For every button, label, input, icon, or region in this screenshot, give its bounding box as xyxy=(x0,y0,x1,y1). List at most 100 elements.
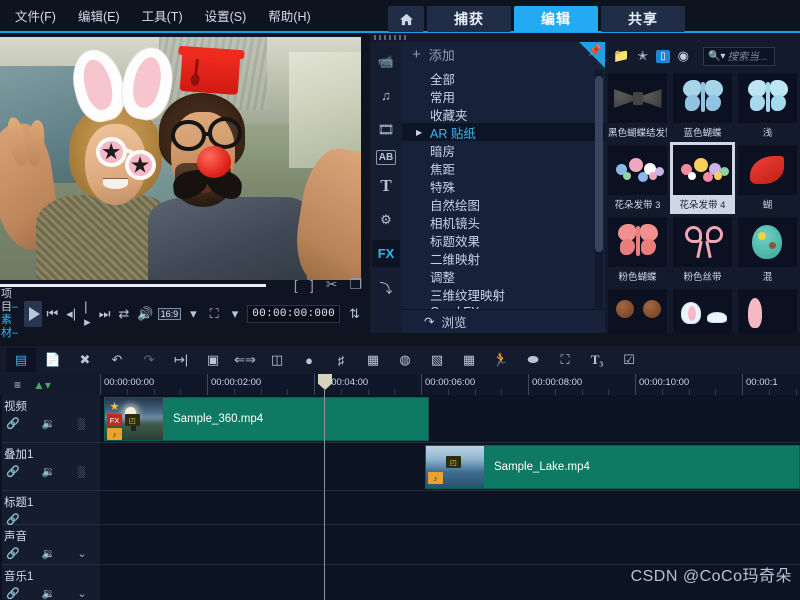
volume-button[interactable]: 🔊 xyxy=(133,306,157,322)
tab-home[interactable] xyxy=(388,6,424,32)
category-item[interactable]: 调整 xyxy=(402,267,605,285)
timeline-view-icon[interactable]: 📄 xyxy=(38,348,68,372)
grid-icon[interactable]: ▦ xyxy=(454,348,484,372)
preview-video[interactable] xyxy=(0,37,361,280)
snapshot-icon[interactable]: ❐ xyxy=(349,276,362,293)
link-icon[interactable]: 🔗 xyxy=(6,417,20,430)
transform-icon[interactable]: ◫ xyxy=(262,348,292,372)
category-item[interactable]: 相机镜头 xyxy=(402,213,605,231)
timeline-track[interactable]: 叠加1🔗🔉░♪◰Sample_Lake.mp4 xyxy=(0,443,800,491)
graphic-icon[interactable]: ⚙ xyxy=(372,206,400,233)
ratio-dropdown-icon[interactable]: ▾ xyxy=(186,306,201,322)
timeline-track[interactable]: 标题1🔗 xyxy=(0,491,800,525)
volume-icon[interactable]: 🔉 xyxy=(42,417,56,430)
timeline-ruler[interactable]: 00:00:00:0000:00:02:0000:00:04:0000:00:0… xyxy=(100,374,800,395)
library-thumbnail[interactable]: 粉色丝带 xyxy=(670,214,735,286)
ripple-icon[interactable]: ↦| xyxy=(166,348,196,372)
chevron-right-icon[interactable]: ▶ xyxy=(416,128,422,137)
track-body[interactable] xyxy=(100,525,800,564)
category-item[interactable]: 标题效果 xyxy=(402,231,605,249)
library-add-row[interactable]: + 添加 📌 xyxy=(402,42,605,67)
next-frame-button[interactable]: |▸ xyxy=(80,299,95,330)
color-icon[interactable]: ● xyxy=(294,348,324,372)
clip-label[interactable]: 素材 xyxy=(1,314,12,339)
category-scrollbar-thumb[interactable] xyxy=(595,76,603,252)
prev-frame-button[interactable]: ◂| xyxy=(62,306,80,322)
blend-icon[interactable]: ◍ xyxy=(390,348,420,372)
chevron-icon[interactable]: ⌄ xyxy=(77,547,86,560)
preview-timecode[interactable]: 00:00:00:000 xyxy=(247,305,340,323)
split-clip-icon[interactable]: ✂ xyxy=(326,276,338,293)
broadcast-icon[interactable]: ◉ xyxy=(678,48,689,64)
storyboard-view-icon[interactable]: ▤ xyxy=(6,348,36,372)
library-thumbnail[interactable]: 花朵发带 3 xyxy=(605,142,670,214)
track-body[interactable]: ♪◰Sample_Lake.mp4 xyxy=(100,443,800,490)
timeline-clip[interactable]: ★FX♪◰Sample_360.mp4 xyxy=(104,397,429,441)
title-3d-icon[interactable]: T₃ xyxy=(582,348,612,372)
category-item[interactable]: 二维映射 xyxy=(402,249,605,267)
path-icon[interactable]: ⤵ xyxy=(372,274,400,301)
link-icon[interactable]: 🔗 xyxy=(6,547,20,560)
library-thumbnail[interactable] xyxy=(605,286,670,333)
browse-row[interactable]: ↷ 浏览 xyxy=(402,309,605,333)
project-label[interactable]: 项目 xyxy=(1,288,12,313)
menu-file[interactable]: 文件(F) xyxy=(4,2,67,29)
crop-icon[interactable]: ▣ xyxy=(198,348,228,372)
category-item[interactable]: 焦距 xyxy=(402,159,605,177)
tab-edit[interactable]: 编辑 xyxy=(514,6,598,32)
category-item[interactable]: 全部 xyxy=(402,69,605,87)
track-header[interactable]: 标题1🔗 xyxy=(0,491,100,524)
library-thumbnail[interactable] xyxy=(670,286,735,333)
redo-icon[interactable]: ↷ xyxy=(134,348,164,372)
mix-icon[interactable]: ✖ xyxy=(70,348,100,372)
link-icon[interactable]: 🔗 xyxy=(6,587,20,600)
library-thumbnail[interactable]: 粉色蝴蝶 xyxy=(605,214,670,286)
transition-icon[interactable]: 🎞 xyxy=(372,116,400,143)
prev-clip-button[interactable]: ⏮ xyxy=(42,306,62,322)
audio-mix-icon[interactable]: ♯ xyxy=(326,348,356,372)
timeline-track[interactable]: 视频🔗🔉░★FX♪◰Sample_360.mp4 xyxy=(0,395,800,443)
menu-settings[interactable]: 设置(S) xyxy=(194,2,258,29)
subtitle-icon[interactable]: ▧ xyxy=(422,348,452,372)
mute-pattern-icon[interactable]: ░ xyxy=(77,418,85,430)
mark-in-icon[interactable]: [ xyxy=(294,277,298,293)
timeline-clip[interactable]: ♪◰Sample_Lake.mp4 xyxy=(425,445,800,489)
new-folder-icon[interactable]: 📁 xyxy=(613,48,629,64)
ab-icon[interactable]: AB xyxy=(376,150,396,165)
track-header[interactable]: 音乐1🔗🔉⌄ xyxy=(0,565,100,600)
menu-edit[interactable]: 编辑(E) xyxy=(67,2,131,29)
track-header[interactable]: 视频🔗🔉░ xyxy=(0,395,100,442)
volume-icon[interactable]: 🔉 xyxy=(42,547,56,560)
library-thumbnail[interactable]: 黑色蝴蝶结发饰 xyxy=(605,70,670,142)
tab-capture[interactable]: 捕获 xyxy=(427,6,511,32)
volume-icon[interactable]: 🔉 xyxy=(42,465,56,478)
volume-icon[interactable]: 🔉 xyxy=(42,587,56,600)
category-item[interactable]: 特殊 xyxy=(402,177,605,195)
library-thumbnail[interactable]: 蝴 xyxy=(735,142,800,214)
marker-icon[interactable]: ▲▾ xyxy=(33,378,51,392)
film-icon[interactable]: ▦ xyxy=(358,348,388,372)
category-item[interactable]: 收藏夹 xyxy=(402,105,605,123)
category-item[interactable]: 常用 xyxy=(402,87,605,105)
timecode-stepper[interactable]: ⇅ xyxy=(345,306,364,322)
fx-icon[interactable]: FX xyxy=(372,240,400,267)
split-view-icon[interactable]: ⇐⇒ xyxy=(230,348,260,372)
aspect-ratio-badge[interactable]: 16:9 xyxy=(158,308,182,320)
track-header[interactable]: 叠加1🔗🔉░ xyxy=(0,443,100,490)
link-icon[interactable]: 🔗 xyxy=(6,465,20,478)
next-clip-button[interactable]: ⏭ xyxy=(95,306,115,322)
library-thumbnail[interactable]: 蓝色蝴蝶 xyxy=(670,70,735,142)
search-input[interactable]: 🔍▾ 搜索当... xyxy=(703,47,775,66)
category-item[interactable]: 三维纹理映射 xyxy=(402,285,605,303)
list-view-icon[interactable]: ▯ xyxy=(656,50,670,63)
category-item[interactable]: ▶AR 贴纸 xyxy=(402,123,605,141)
undo-icon[interactable]: ↶ xyxy=(102,348,132,372)
play-button[interactable] xyxy=(24,301,42,327)
menu-tools[interactable]: 工具(T) xyxy=(131,2,194,29)
mute-pattern-icon[interactable]: ░ xyxy=(77,466,85,478)
library-thumbnail[interactable]: 浅 xyxy=(735,70,800,142)
check-icon[interactable]: ☑ xyxy=(614,348,644,372)
mark-out-icon[interactable]: ] xyxy=(310,277,314,293)
timeline-track[interactable]: 声音🔗🔉⌄ xyxy=(0,525,800,565)
menu-help[interactable]: 帮助(H) xyxy=(257,2,321,29)
